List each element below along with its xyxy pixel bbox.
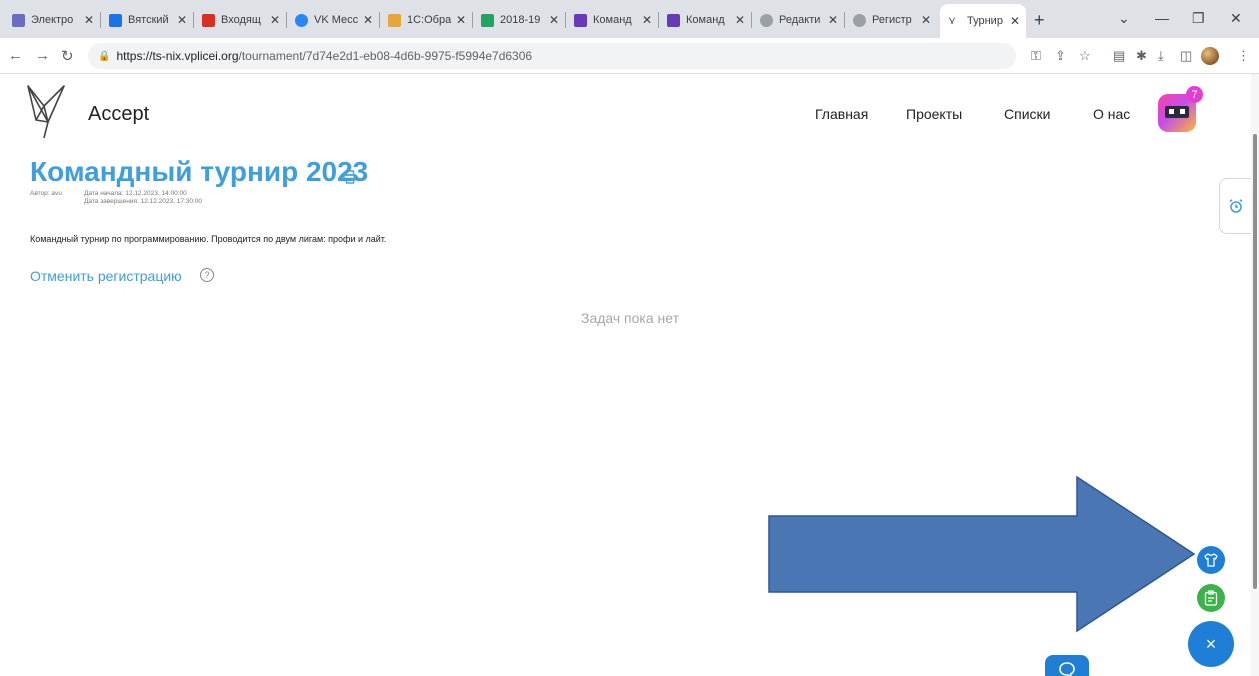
alarm-clock-icon <box>1229 199 1243 213</box>
tab-close-icon[interactable]: ✕ <box>642 13 652 27</box>
bookmark-star-icon[interactable]: ☆ <box>1079 48 1091 64</box>
shirt-widget-button[interactable] <box>1197 546 1225 574</box>
tab-label: 1С:Обра <box>407 14 452 26</box>
globe-icon <box>760 13 773 27</box>
tab-label: 2018-19 <box>500 14 541 26</box>
sidepanel-icon[interactable]: ◫ <box>1180 48 1192 64</box>
tournament-author: Автор: avu <box>30 190 62 197</box>
tab-close-icon[interactable]: ✕ <box>921 13 931 27</box>
cancel-registration-link[interactable]: Отменить регистрацию <box>30 268 182 284</box>
tab-label: Редакти <box>779 14 821 26</box>
browser-tab-active[interactable]: ⋎ Турнир ✕ <box>940 4 1026 38</box>
forward-icon[interactable]: → <box>35 47 50 64</box>
bird-logo-icon: ⋎ <box>948 14 957 27</box>
url-text: https://ts-nix.vplicei.org/tournament/7d… <box>116 49 533 63</box>
tab-close-icon[interactable]: ✕ <box>828 13 838 27</box>
key-icon[interactable]: ⚿ <box>1031 48 1041 64</box>
tab-label: Входящ <box>221 14 261 26</box>
browser-tab[interactable]: 2018-19 ✕ <box>473 8 566 32</box>
browser-tab[interactable]: Электро ✕ <box>4 8 101 32</box>
minimize-icon[interactable]: — <box>1155 10 1169 26</box>
back-icon[interactable]: ← <box>8 47 23 64</box>
puzzle-icon[interactable]: ✱ <box>1136 48 1147 64</box>
browser-tab[interactable]: Команд ✕ <box>566 8 659 32</box>
browser-tab[interactable]: Регистр ✕ <box>845 8 937 32</box>
globe-icon <box>853 13 866 27</box>
tab-label: Регистр <box>872 14 912 26</box>
tab-search-icon[interactable]: ⌄ <box>1118 10 1130 27</box>
browser-tab[interactable]: VK Месс ✕ <box>287 8 380 32</box>
tab-close-icon[interactable]: ✕ <box>1010 14 1020 28</box>
notification-badge: 7 <box>1186 86 1203 103</box>
tab-close-icon[interactable]: ✕ <box>177 13 187 27</box>
chat-bubble-icon <box>1059 662 1075 676</box>
download-icon[interactable]: ⤓ <box>1158 48 1164 64</box>
new-tab-icon[interactable]: + <box>1034 10 1045 31</box>
browser-tab[interactable]: Входящ ✕ <box>194 8 287 32</box>
browser-tab-strip: Электро ✕ Вятский ✕ Входящ ✕ VK Месс ✕ 1С:Об… <box>0 0 1259 38</box>
tab-favicon-icon <box>109 13 122 27</box>
print-icon[interactable] <box>343 170 357 184</box>
maximize-icon[interactable]: ❐ <box>1192 10 1205 27</box>
tab-close-icon[interactable]: ✕ <box>735 13 745 27</box>
nav-lists[interactable]: Списки <box>1004 106 1050 122</box>
empty-tasks-message: Задач пока нет <box>580 310 679 326</box>
scrollbar-thumb[interactable] <box>1253 134 1257 589</box>
close-widgets-button[interactable]: × <box>1188 621 1234 667</box>
extension-icon[interactable]: ▤ <box>1113 48 1125 64</box>
tab-favicon-icon <box>12 13 25 27</box>
site-brand[interactable]: Accept <box>88 103 149 126</box>
tab-label: VK Месс <box>314 14 359 26</box>
tournament-dates: Дата начала: 12.12.2023, 14:00:00 Дата з… <box>84 190 202 206</box>
clipboard-icon <box>1204 590 1218 606</box>
clipboard-widget-button[interactable] <box>1197 584 1225 612</box>
forms-icon <box>574 13 587 27</box>
tab-label: Команд <box>593 14 632 26</box>
browser-tab[interactable]: 1С:Обра ✕ <box>380 8 473 32</box>
browser-toolbar: ← → ↻ 🔒 https://ts-nix.vplicei.org/tourn… <box>0 38 1259 74</box>
page-scrollbar[interactable] <box>1251 74 1259 676</box>
tournament-start-date: Дата начала: 12.12.2023, 14:00:00 <box>84 190 187 197</box>
annotation-arrow <box>768 475 1196 633</box>
browser-tab[interactable]: Команд ✕ <box>659 8 752 32</box>
tab-label: Вятский <box>128 14 169 26</box>
reload-icon[interactable]: ↻ <box>61 47 74 65</box>
tab-close-icon[interactable]: ✕ <box>549 13 559 27</box>
menu-kebab-icon[interactable]: ⋮ <box>1237 48 1250 64</box>
vk-icon <box>295 13 308 27</box>
chat-button[interactable] <box>1045 655 1089 676</box>
1c-icon <box>388 13 401 27</box>
tournament-end-date: Дата завершения: 12.12.2023, 17:30:00 <box>84 198 203 205</box>
tab-label: Турнир <box>967 15 1003 27</box>
tab-close-icon[interactable]: ✕ <box>456 13 466 27</box>
google-drive-icon <box>481 13 494 27</box>
tab-close-icon[interactable]: ✕ <box>84 13 94 27</box>
address-bar[interactable]: 🔒 https://ts-nix.vplicei.org/tournament/… <box>88 43 1016 69</box>
forms-icon <box>667 13 680 27</box>
side-timer-tab[interactable] <box>1219 178 1251 234</box>
t-shirt-icon <box>1204 553 1218 567</box>
help-icon[interactable]: ? <box>200 268 214 282</box>
nav-home[interactable]: Главная <box>815 106 868 122</box>
nav-about[interactable]: О нас <box>1093 106 1130 122</box>
browser-tab[interactable]: Вятский ✕ <box>101 8 194 32</box>
browser-profile-avatar[interactable] <box>1201 47 1219 65</box>
gmail-icon <box>202 13 215 27</box>
share-icon[interactable]: ⇪ <box>1055 48 1066 64</box>
close-window-icon[interactable]: ✕ <box>1230 10 1242 27</box>
browser-tab[interactable]: Редакти ✕ <box>752 8 845 32</box>
tab-label: Электро <box>31 14 74 26</box>
tab-label: Команд <box>686 14 725 26</box>
page-title: Командный турнир 2023 <box>30 156 369 187</box>
tab-close-icon[interactable]: ✕ <box>363 13 373 27</box>
nav-projects[interactable]: Проекты <box>906 106 962 122</box>
lock-icon: 🔒 <box>98 50 111 62</box>
origami-bird-logo-icon[interactable] <box>24 82 66 140</box>
tab-close-icon[interactable]: ✕ <box>270 13 280 27</box>
tournament-description: Командный турнир по программированию. Пр… <box>30 234 387 244</box>
